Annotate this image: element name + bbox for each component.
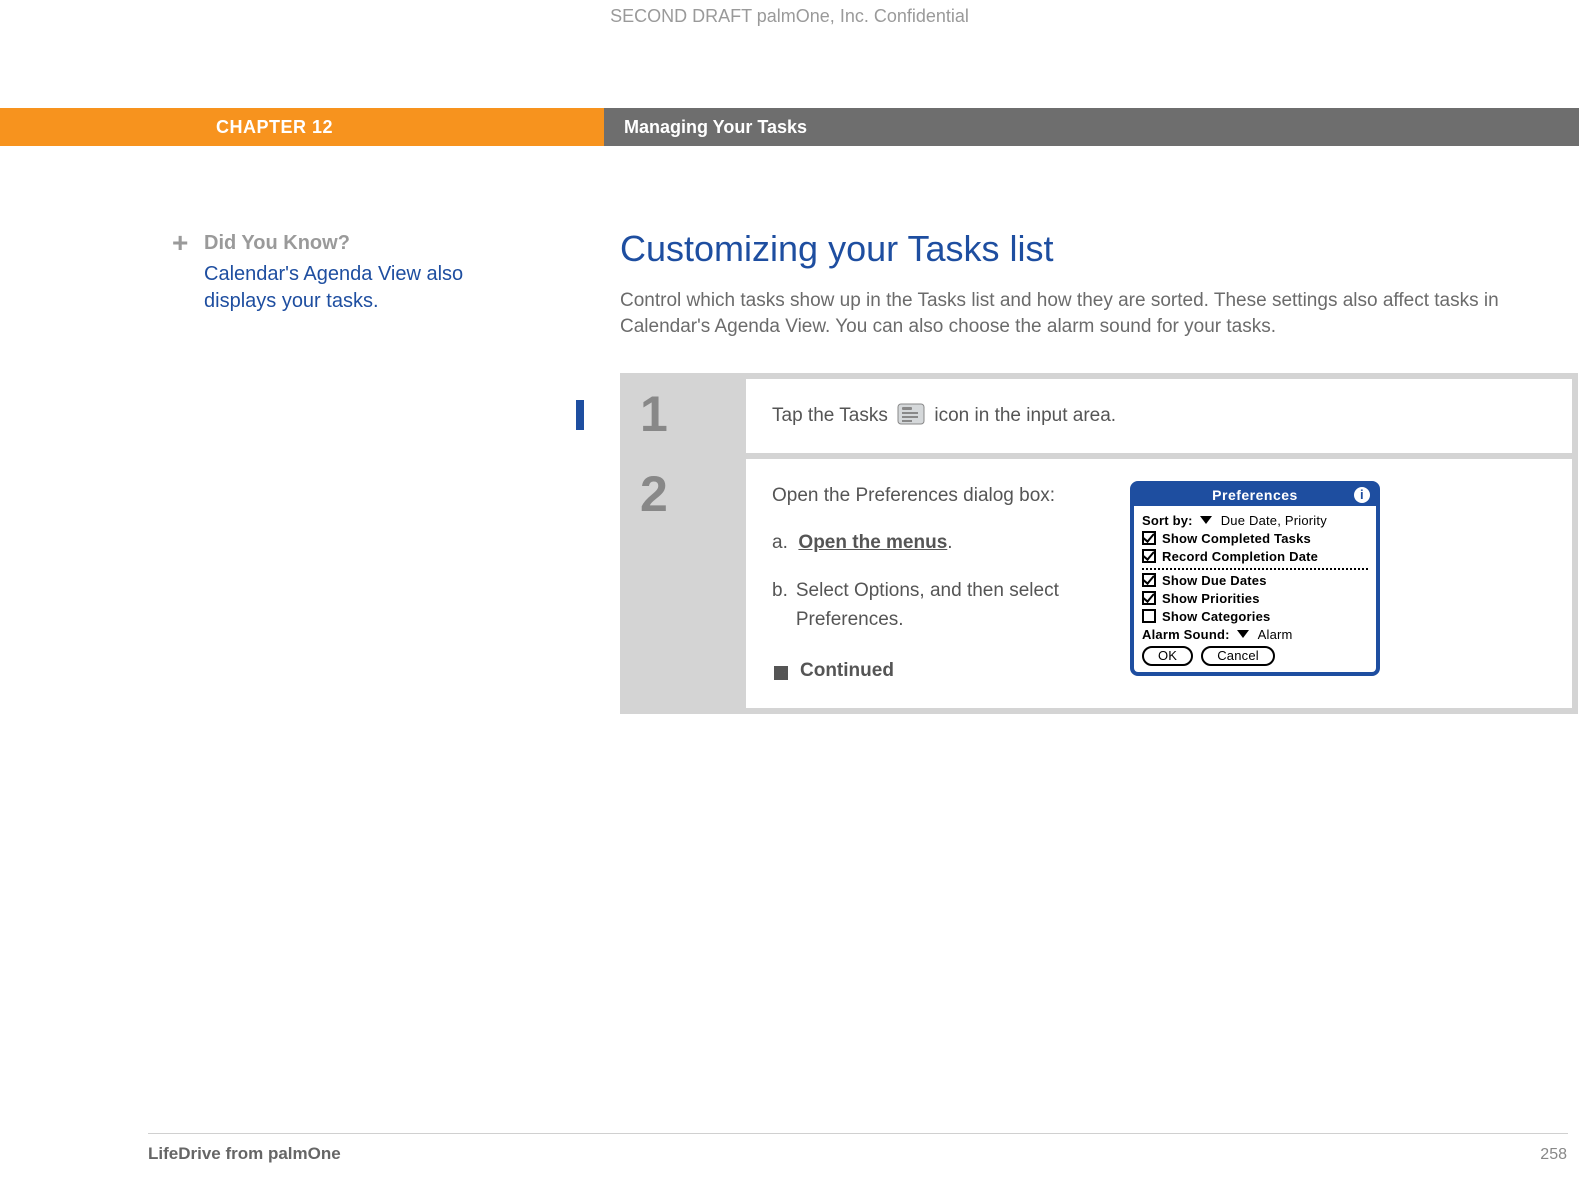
step-1-number-cell: 1	[626, 379, 746, 452]
footer-page-number: 258	[1540, 1146, 1567, 1164]
did-you-know-body: Calendar's Agenda View also displays you…	[172, 261, 472, 315]
draft-confidential-header: SECOND DRAFT palmOne, Inc. Confidential	[0, 6, 1579, 27]
info-icon[interactable]: i	[1354, 487, 1370, 503]
alarm-sound-value: Alarm	[1258, 627, 1293, 642]
footer-product: LifeDrive from palmOne	[148, 1144, 341, 1164]
step-2-number-cell: 2	[626, 459, 746, 708]
change-bar-marker	[576, 400, 584, 430]
preferences-title: Preferences	[1212, 487, 1298, 503]
continued-label: Continued	[800, 656, 894, 685]
checkbox-record-completion[interactable]	[1142, 549, 1156, 563]
step-2-b-prefix: b.	[772, 576, 788, 635]
tasks-icon	[897, 403, 925, 425]
cancel-button[interactable]: Cancel	[1201, 646, 1275, 666]
record-completion-label: Record Completion Date	[1162, 549, 1318, 564]
chapter-label: CHAPTER 12	[216, 117, 333, 138]
checkbox-show-categories[interactable]	[1142, 609, 1156, 623]
step-1-text: Tap the Tasks icon in the input area.	[772, 401, 1546, 430]
dropdown-arrow-icon	[1237, 630, 1249, 638]
step-2-body: Open the Preferences dialog box: a. Open…	[746, 459, 1572, 708]
steps-container: 1 Tap the Tasks	[620, 373, 1578, 714]
step-2-b-text: Select Options, and then select Preferen…	[796, 576, 1102, 635]
checkbox-show-completed[interactable]	[1142, 531, 1156, 545]
plus-icon: +	[172, 232, 194, 254]
chapter-label-container: CHAPTER 12	[0, 108, 604, 146]
alarm-sound-row[interactable]: Alarm Sound: Alarm	[1142, 627, 1368, 642]
chapter-bar: CHAPTER 12 Managing Your Tasks	[0, 108, 1579, 146]
step-1-text-before: Tap the Tasks	[772, 405, 888, 426]
prefs-divider	[1142, 568, 1368, 570]
checkbox-show-priorities[interactable]	[1142, 591, 1156, 605]
step-2-a-suffix: .	[947, 532, 952, 553]
did-you-know-sidebar: + Did You Know? Calendar's Agenda View a…	[172, 232, 472, 315]
step-1-body: Tap the Tasks icon in the input area.	[746, 379, 1572, 452]
chapter-title-container: Managing Your Tasks	[604, 108, 1579, 146]
preferences-title-bar: Preferences i	[1134, 485, 1376, 506]
continued-indicator: Continued	[772, 656, 1102, 685]
step-1: 1 Tap the Tasks	[626, 379, 1572, 452]
step-2-item-a: a. Open the menus.	[772, 528, 1102, 557]
checkbox-show-due-dates[interactable]	[1142, 573, 1156, 587]
sort-by-label: Sort by:	[1142, 513, 1193, 528]
show-completed-row[interactable]: Show Completed Tasks	[1142, 531, 1368, 546]
sort-by-row[interactable]: Sort by: Due Date, Priority	[1142, 513, 1368, 528]
show-due-dates-label: Show Due Dates	[1162, 573, 1267, 588]
step-1-text-after: icon in the input area.	[934, 405, 1116, 426]
did-you-know-title: Did You Know?	[204, 232, 472, 255]
ok-button[interactable]: OK	[1142, 646, 1193, 666]
sort-by-value: Due Date, Priority	[1221, 513, 1327, 528]
preferences-dialog: Preferences i Sort by: Due Date, Priorit…	[1130, 481, 1380, 676]
show-categories-label: Show Categories	[1162, 609, 1270, 624]
step-2-text: Open the Preferences dialog box: a. Open…	[772, 481, 1102, 686]
show-completed-label: Show Completed Tasks	[1162, 531, 1311, 546]
show-priorities-label: Show Priorities	[1162, 591, 1260, 606]
page-intro: Control which tasks show up in the Tasks…	[620, 288, 1560, 339]
show-categories-row[interactable]: Show Categories	[1142, 609, 1368, 624]
record-completion-row[interactable]: Record Completion Date	[1142, 549, 1368, 564]
alarm-sound-label: Alarm Sound:	[1142, 627, 1230, 642]
open-the-menus-link[interactable]: Open the menus	[798, 532, 947, 553]
step-2: 2 Open the Preferences dialog box: a. Op…	[626, 459, 1572, 708]
show-due-dates-row[interactable]: Show Due Dates	[1142, 573, 1368, 588]
continued-arrow-icon	[772, 662, 790, 680]
show-priorities-row[interactable]: Show Priorities	[1142, 591, 1368, 606]
step-2-number: 2	[640, 469, 668, 519]
footer-rule	[148, 1133, 1568, 1134]
step-1-number: 1	[640, 389, 668, 439]
step-2-intro: Open the Preferences dialog box:	[772, 481, 1102, 510]
chapter-title: Managing Your Tasks	[624, 117, 807, 138]
step-2-a-prefix: a.	[772, 532, 788, 553]
step-2-item-b: b. Select Options, and then select Prefe…	[772, 576, 1102, 635]
dropdown-arrow-icon	[1200, 516, 1212, 524]
page-heading: Customizing your Tasks list	[620, 228, 1560, 270]
